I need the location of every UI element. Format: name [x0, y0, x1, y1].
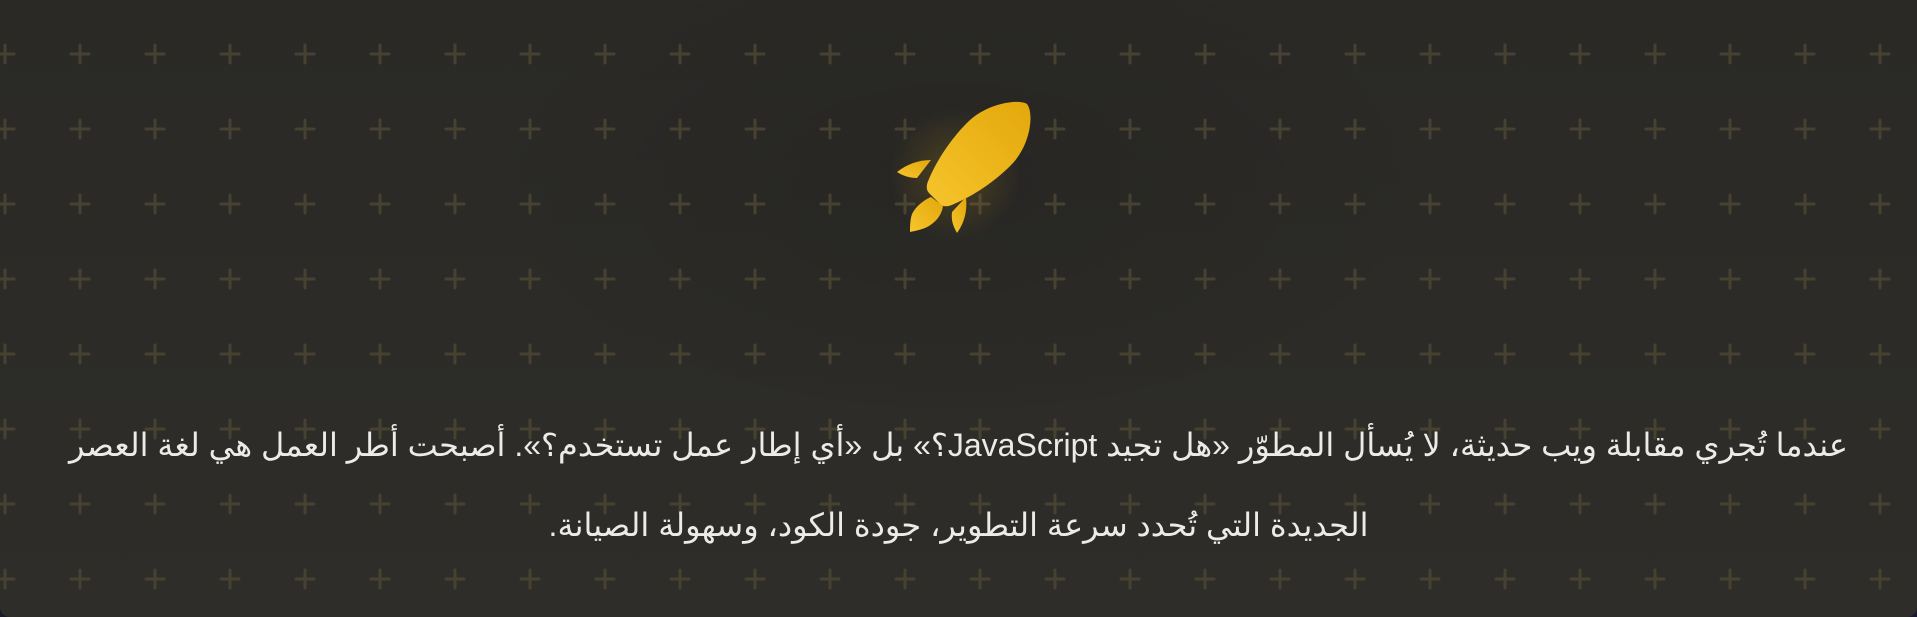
hero-description: عندما تُجري مقابلة ويب حديثة، لا يُسأل ا…	[68, 427, 1849, 543]
rocket-icon	[897, 101, 1031, 233]
hero-banner: عندما تُجري مقابلة ويب حديثة، لا يُسأل ا…	[0, 0, 1917, 617]
rocket-container	[870, 90, 1040, 260]
